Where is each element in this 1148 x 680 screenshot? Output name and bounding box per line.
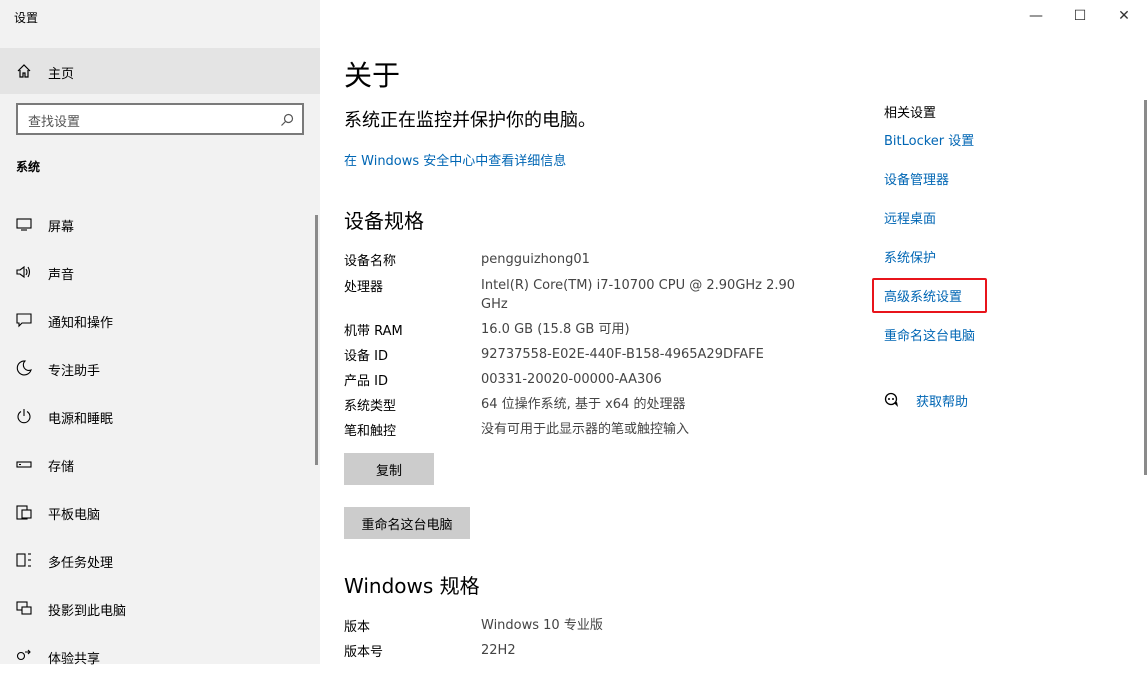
sidebar-item-multitasking[interactable]: 多任务处理 xyxy=(0,536,316,584)
windows-specs-title: Windows 规格 xyxy=(344,574,480,598)
spec-key: 系统类型 xyxy=(344,399,397,414)
spec-key: 设备 ID xyxy=(344,349,388,364)
power-icon xyxy=(17,409,31,424)
spec-key: 产品 ID xyxy=(344,374,388,389)
spec-key: 处理器 xyxy=(344,280,384,295)
home-label: 主页 xyxy=(48,67,75,82)
spec-key: 机带 RAM xyxy=(344,324,403,339)
multitask-icon xyxy=(16,553,31,567)
sidebar-item-label: 平板电脑 xyxy=(48,508,101,523)
app-title: 设置 xyxy=(14,11,39,25)
sidebar-item-tablet[interactable]: 平板电脑 xyxy=(0,488,316,536)
spec-value: 没有可用于此显示器的笔或触控输入 xyxy=(481,422,690,437)
sidebar-item-label: 多任务处理 xyxy=(48,556,114,571)
device-specs-title: 设备规格 xyxy=(344,209,424,233)
spec-value: pengguizhong01 xyxy=(481,252,590,267)
sidebar-item-label: 存储 xyxy=(48,460,75,475)
page-title: 关于 xyxy=(344,59,401,92)
spec-key: 版本 xyxy=(344,620,371,635)
sidebar-item-label: 专注助手 xyxy=(48,364,101,379)
speaker-icon xyxy=(16,265,31,279)
help-chat-icon xyxy=(884,392,898,407)
maximize-button[interactable]: ☐ xyxy=(1070,8,1090,24)
search-input[interactable]: 查找设置 xyxy=(28,111,80,130)
get-help-link[interactable]: 获取帮助 xyxy=(916,391,968,410)
sidebar: 设置 主页 查找设置 系统 屏幕 声音 通知和操作 专注助手 电源和睡眠 存储 … xyxy=(0,0,320,667)
sidebar-item-project[interactable]: 投影到此电脑 xyxy=(0,584,316,632)
project-icon xyxy=(16,601,32,615)
main-scrollbar[interactable] xyxy=(1144,100,1147,475)
rename-pc-link[interactable]: 重命名这台电脑 xyxy=(884,325,975,344)
spec-value: 00331-20020-00000-AA306 xyxy=(481,372,662,387)
spec-value: 92737558-E02E-440F-B158-4965A29DFAFE xyxy=(481,347,764,362)
spec-key: 设备名称 xyxy=(344,254,397,269)
sidebar-item-display[interactable]: 屏幕 xyxy=(0,200,316,248)
spec-value: 64 位操作系统, 基于 x64 的处理器 xyxy=(481,397,686,412)
sidebar-scrollbar[interactable] xyxy=(315,215,318,465)
system-protection-link[interactable]: 系统保护 xyxy=(884,247,936,266)
sidebar-item-label: 投影到此电脑 xyxy=(48,604,127,619)
search-icon xyxy=(281,113,294,126)
sidebar-item-label: 电源和睡眠 xyxy=(48,412,114,427)
minimize-button[interactable]: — xyxy=(1026,8,1046,24)
spec-key: 笔和触控 xyxy=(344,424,397,439)
copy-button[interactable]: 复制 xyxy=(344,453,434,485)
spec-value: 16.0 GB (15.8 GB 可用) xyxy=(481,322,630,337)
spec-value: Windows 10 专业版 xyxy=(481,618,603,633)
storage-icon xyxy=(16,461,32,468)
sidebar-item-sound[interactable]: 声音 xyxy=(0,248,316,296)
sidebar-item-notifications[interactable]: 通知和操作 xyxy=(0,296,316,344)
close-button[interactable]: ✕ xyxy=(1114,8,1134,24)
sidebar-item-shared-experiences[interactable]: 体验共享 xyxy=(0,632,316,680)
rename-pc-button[interactable]: 重命名这台电脑 xyxy=(344,507,470,539)
spec-value: 22H2 xyxy=(481,643,516,658)
share-icon xyxy=(16,649,31,661)
device-manager-link[interactable]: 设备管理器 xyxy=(884,169,949,188)
sidebar-item-label: 声音 xyxy=(48,268,75,283)
notification-icon xyxy=(16,313,32,328)
search-box[interactable]: 查找设置 xyxy=(16,103,304,135)
protection-status: 系统正在监控并保护你的电脑。 xyxy=(344,110,596,131)
bitlocker-link[interactable]: BitLocker 设置 xyxy=(884,130,974,149)
spec-key: 版本号 xyxy=(344,645,384,660)
spec-value: Intel(R) Core(TM) i7-10700 CPU @ 2.90GHz… xyxy=(481,278,796,312)
sidebar-item-label: 体验共享 xyxy=(48,652,101,667)
related-settings-title: 相关设置 xyxy=(884,106,937,121)
display-icon xyxy=(16,218,32,231)
sidebar-item-home[interactable]: 主页 xyxy=(0,48,320,94)
sidebar-item-focus-assist[interactable]: 专注助手 xyxy=(0,344,316,392)
sidebar-item-label: 通知和操作 xyxy=(48,316,114,331)
home-icon xyxy=(17,64,31,78)
sidebar-item-storage[interactable]: 存储 xyxy=(0,440,316,488)
sidebar-item-label: 屏幕 xyxy=(48,220,75,235)
advanced-system-settings-link[interactable]: 高级系统设置 xyxy=(884,286,962,305)
moon-icon xyxy=(16,360,32,376)
sidebar-section-title: 系统 xyxy=(16,160,41,174)
remote-desktop-link[interactable]: 远程桌面 xyxy=(884,208,936,227)
sidebar-item-power[interactable]: 电源和睡眠 xyxy=(0,392,316,440)
main-panel: — ☐ ✕ 关于 系统正在监控并保护你的电脑。 在 Windows 安全中心中查… xyxy=(320,0,1148,664)
tablet-icon xyxy=(16,505,32,520)
security-center-link[interactable]: 在 Windows 安全中心中查看详细信息 xyxy=(344,150,566,169)
